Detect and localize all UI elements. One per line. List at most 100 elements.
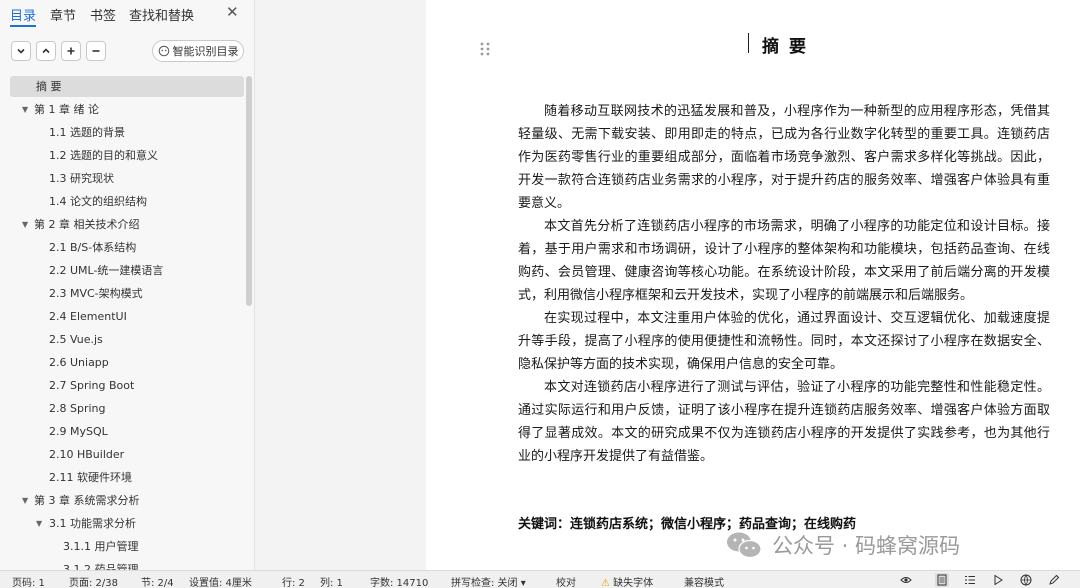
wechat-logo-icon [727, 532, 762, 559]
toc-item-1-1[interactable]: 1.1 选题的背景 [10, 122, 244, 143]
status-section[interactable]: 节: 2/4 [141, 574, 174, 588]
active-tab-indicator [10, 25, 36, 27]
status-proofread[interactable]: 校对 [556, 574, 576, 588]
toc-item-2-6[interactable]: 2.6 Uniapp [10, 352, 244, 373]
navigation-pane: 目录 章节 书签 查找和替换 ✕ 智能识别目录 摘 要 ▼ 第 1 章 绪 论 … [0, 0, 255, 570]
status-word-count[interactable]: 字数: 14710 [370, 574, 428, 588]
toc-item-1-4[interactable]: 1.4 论文的组织结构 [10, 191, 244, 212]
status-col[interactable]: 列: 1 [320, 574, 343, 588]
outline-view-icon[interactable] [963, 573, 977, 587]
toc-item-chapter-2[interactable]: ▼ 第 2 章 相关技术介绍 [10, 214, 244, 235]
status-page[interactable]: 页面: 2/38 [69, 574, 118, 588]
expand-triangle-icon[interactable]: ▼ [22, 214, 28, 235]
toc-item-label: 2.7 Spring Boot [49, 379, 135, 392]
plus-icon [67, 47, 75, 55]
toc-item-2-9[interactable]: 2.9 MySQL [10, 421, 244, 442]
toc-item-2-8[interactable]: 2.8 Spring [10, 398, 244, 419]
toc-item-label: 2.6 Uniapp [49, 356, 109, 369]
status-page-code[interactable]: 页码: 1 [12, 574, 45, 588]
status-missing-font[interactable]: ⚠ 缺失字体 [601, 574, 653, 588]
toc-item-label: 第 1 章 绪 论 [34, 103, 99, 116]
paragraph: 本文首先分析了连锁药店小程序的市场需求，明确了小程序的功能定位和设计目标。接着，… [518, 219, 1050, 303]
toc-item-1-2[interactable]: 1.2 选题的目的和意义 [10, 145, 244, 166]
toc-item-label: 3.1.2 药品管理 [63, 563, 139, 570]
watermark-text: 公众号 · 码蜂窝源码 [772, 534, 961, 558]
add-heading-button[interactable] [61, 41, 81, 61]
status-spell-check[interactable]: 拼写检查: 关闭 ▾ [451, 574, 526, 588]
toc-item-2-3[interactable]: 2.3 MVC-架构模式 [10, 283, 244, 304]
status-compat-mode[interactable]: 兼容模式 [684, 574, 724, 588]
drag-handle-icon[interactable] [478, 41, 492, 57]
toc-item-label: 2.8 Spring [49, 402, 106, 415]
close-pane-icon[interactable]: ✕ [226, 3, 239, 21]
minus-icon [92, 50, 100, 52]
tab-chapters[interactable]: 章节 [50, 5, 76, 24]
toc-tree: 摘 要 ▼ 第 1 章 绪 论 1.1 选题的背景 1.2 选题的目的和意义 1… [10, 76, 244, 570]
toc-item-label: 3.1 功能需求分析 [49, 517, 136, 530]
toc-item-label: 2.9 MySQL [49, 425, 108, 438]
toc-item-label: 1.3 研究现状 [49, 172, 114, 185]
dropdown-arrow-icon: ▾ [520, 578, 526, 588]
globe-icon[interactable] [1019, 573, 1033, 587]
paragraph: 本文对连锁药店小程序进行了测试与评估，验证了小程序的功能完整性和性能稳定性。通过… [518, 380, 1050, 464]
page-view-icon[interactable] [935, 573, 949, 587]
toc-item-chapter-3[interactable]: ▼ 第 3 章 系统需求分析 [10, 490, 244, 511]
expand-triangle-icon[interactable]: ▼ [22, 99, 28, 120]
warning-icon: ⚠ [601, 578, 610, 588]
expand-up-button[interactable] [36, 41, 56, 61]
toc-item-label: 摘 要 [36, 80, 62, 93]
toc-item-3-1-1[interactable]: 3.1.1 用户管理 [10, 536, 244, 557]
remove-heading-button[interactable] [86, 41, 106, 61]
toc-item-label: 2.3 MVC-架构模式 [49, 287, 143, 300]
document-title: 摘 要 [762, 37, 808, 57]
toc-item-label: 第 3 章 系统需求分析 [34, 494, 140, 507]
toc-item-label: 2.5 Vue.js [49, 333, 103, 346]
toc-item-label: 2.2 UML-统一建模语言 [49, 264, 164, 277]
toc-item-label: 2.1 B/S-体系结构 [49, 241, 137, 254]
toc-item-chapter-1[interactable]: ▼ 第 1 章 绪 论 [10, 99, 244, 120]
toc-item-2-5[interactable]: 2.5 Vue.js [10, 329, 244, 350]
status-setting[interactable]: 设置值: 4厘米 [189, 574, 252, 588]
toc-item-2-1[interactable]: 2.1 B/S-体系结构 [10, 237, 244, 258]
status-row[interactable]: 行: 2 [282, 574, 305, 588]
play-icon[interactable] [991, 573, 1005, 587]
expand-triangle-icon[interactable]: ▼ [22, 490, 28, 511]
chevron-down-icon [17, 48, 25, 54]
spell-check-label: 拼写检查: 关闭 [451, 578, 518, 588]
toc-item-label: 1.1 选题的背景 [49, 126, 125, 139]
toc-item-2-10[interactable]: 2.10 HBuilder [10, 444, 244, 465]
toc-scrollbar[interactable] [246, 76, 252, 306]
toc-item-2-7[interactable]: 2.7 Spring Boot [10, 375, 244, 396]
toc-item-label: 1.2 选题的目的和意义 [49, 149, 158, 162]
missing-font-label: 缺失字体 [613, 578, 654, 588]
toc-item-label: 2.11 软硬件环境 [49, 471, 132, 484]
toc-item-label: 2.4 ElementUI [49, 310, 127, 323]
nav-tabs: 目录 章节 书签 查找和替换 ✕ [0, 0, 255, 28]
tab-find-replace[interactable]: 查找和替换 [129, 5, 194, 24]
toc-item-3-1[interactable]: ▼ 3.1 功能需求分析 [10, 513, 244, 534]
chevron-up-icon [42, 48, 50, 54]
paragraph: 在实现过程中，本文注重用户体验的优化，通过界面设计、交互逻辑优化、加载速度提升等… [518, 311, 1050, 372]
pen-icon[interactable] [1047, 573, 1061, 587]
toc-item-1-3[interactable]: 1.3 研究现状 [10, 168, 244, 189]
paragraph: 随着移动互联网技术的迅猛发展和普及，小程序作为一种新型的应用程序形态，凭借其轻量… [518, 104, 1050, 211]
toc-item-label: 第 2 章 相关技术介绍 [34, 218, 140, 231]
toc-item-3-1-2[interactable]: 3.1.2 药品管理 [10, 559, 244, 570]
eye-icon[interactable] [899, 573, 913, 587]
smart-toc-label: 智能识别目录 [172, 45, 239, 58]
toc-item-2-4[interactable]: 2.4 ElementUI [10, 306, 244, 327]
toc-item-abstract[interactable]: 摘 要 [10, 76, 244, 97]
collapse-all-button[interactable] [11, 41, 31, 61]
expand-triangle-icon[interactable]: ▼ [36, 513, 42, 534]
watermark: 公众号 · 码蜂窝源码 [724, 528, 960, 562]
toc-item-2-11[interactable]: 2.11 软硬件环境 [10, 467, 244, 488]
tab-toc[interactable]: 目录 [10, 5, 36, 24]
smart-recognize-icon [158, 45, 169, 57]
toc-item-label: 2.10 HBuilder [49, 448, 125, 461]
toc-item-2-2[interactable]: 2.2 UML-统一建模语言 [10, 260, 244, 281]
document-body[interactable]: 随着移动互联网技术的迅猛发展和普及，小程序作为一种新型的应用程序形态，凭借其轻量… [518, 100, 1050, 468]
smart-toc-button[interactable]: 智能识别目录 [152, 40, 244, 62]
tab-bookmarks[interactable]: 书签 [90, 5, 116, 24]
toc-item-label: 1.4 论文的组织结构 [49, 195, 147, 208]
status-bar: 页码: 1 页面: 2/38 节: 2/4 设置值: 4厘米 行: 2 列: 1… [0, 570, 1080, 588]
